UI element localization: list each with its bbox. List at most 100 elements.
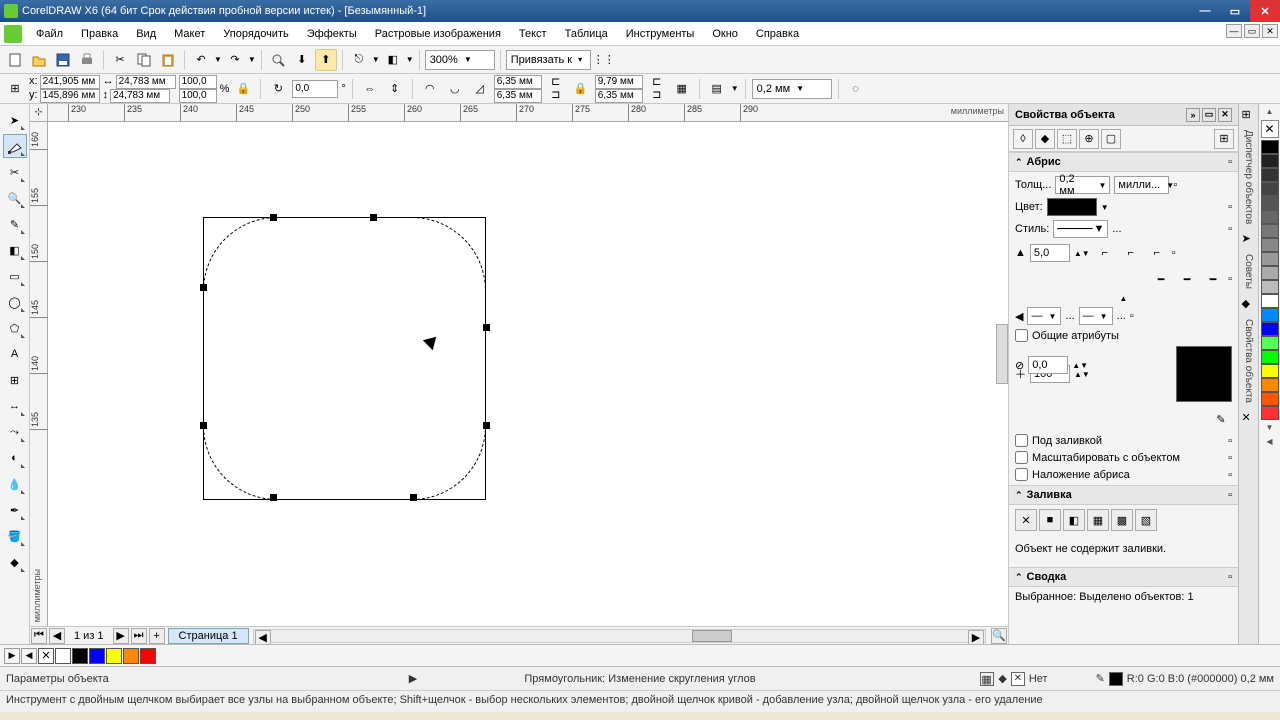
color-swatch[interactable]	[1261, 182, 1279, 196]
width-input[interactable]	[116, 75, 176, 89]
horizontal-scrollbar[interactable]: ◀▶	[253, 629, 986, 643]
menu-effects[interactable]: Эффекты	[299, 25, 365, 43]
arrow-end-combo[interactable]: —▼	[1079, 307, 1113, 325]
corner-bl-input[interactable]	[494, 89, 542, 103]
prev-page-button[interactable]: ◀	[49, 628, 65, 644]
mirror-v-button[interactable]: ⇕	[384, 78, 406, 100]
welcome-button[interactable]: ◧	[382, 49, 404, 71]
vtab-hints[interactable]: Советы	[1241, 250, 1256, 293]
doc-palette-menu[interactable]: ▶	[4, 648, 20, 664]
outline-color-picker[interactable]	[1047, 198, 1097, 216]
section-fill-title[interactable]: Заливка	[1027, 489, 1072, 501]
rotation-input[interactable]	[292, 80, 338, 98]
color-swatch[interactable]	[1261, 308, 1279, 322]
menu-view[interactable]: Вид	[128, 25, 164, 43]
arrow-start-more[interactable]: ...	[1065, 310, 1074, 322]
text-tool[interactable]: A	[3, 342, 27, 366]
import-button[interactable]: ⬇	[291, 49, 313, 71]
paste-button[interactable]	[157, 49, 179, 71]
node-handle[interactable]	[270, 494, 277, 501]
corner-scallop-button[interactable]: ◡	[444, 78, 466, 100]
menu-text[interactable]: Текст	[511, 25, 555, 43]
lock-ratio-button[interactable]: 🔒	[232, 78, 254, 100]
cap-style-1[interactable]: ━	[1150, 268, 1172, 290]
vertical-scrollbar[interactable]	[996, 324, 1008, 384]
corner-style-3[interactable]: ⌐	[1146, 242, 1168, 264]
scale-y-input[interactable]	[179, 89, 217, 103]
corner-lock-bottom2[interactable]: ⊐	[646, 89, 668, 102]
doc-color-swatch[interactable]	[140, 648, 156, 664]
smart-fill-tool[interactable]: ◧	[3, 238, 27, 262]
color-swatch[interactable]	[1261, 322, 1279, 336]
relative-scaling-button[interactable]: ▦	[671, 78, 693, 100]
save-button[interactable]	[52, 49, 74, 71]
color-swatch[interactable]	[1261, 224, 1279, 238]
offset-input[interactable]	[1028, 356, 1068, 374]
color-swatch[interactable]	[1261, 168, 1279, 182]
fill-fountain-button[interactable]: ◧	[1063, 509, 1085, 531]
redo-button[interactable]: ↷	[224, 49, 246, 71]
height-input[interactable]	[110, 89, 170, 103]
no-color-swatch[interactable]	[1261, 120, 1279, 138]
fill-texture-button[interactable]: ▩	[1111, 509, 1133, 531]
line-style-combo[interactable]: ▼	[1053, 220, 1108, 238]
zoom-tool[interactable]: 🔍	[3, 186, 27, 210]
node-handle[interactable]	[370, 214, 377, 221]
thickness-unit-combo[interactable]: милли...▼	[1114, 176, 1169, 194]
section-outline-title[interactable]: Абрис	[1027, 156, 1061, 168]
polygon-tool[interactable]: ⬠	[3, 316, 27, 340]
cap-style-3[interactable]: ━	[1202, 268, 1224, 290]
freehand-tool[interactable]: ✎	[3, 212, 27, 236]
corner-chamfer-button[interactable]: ◿	[469, 78, 491, 100]
docker-expand-button[interactable]: »	[1186, 108, 1200, 122]
color-swatch[interactable]	[1261, 392, 1279, 406]
node-handle[interactable]	[483, 422, 490, 429]
launch-button[interactable]: ⎋	[348, 49, 370, 71]
fill-postscript-button[interactable]: ▧	[1135, 509, 1157, 531]
shared-attrs-checkbox[interactable]	[1015, 329, 1028, 342]
corner-tl-input[interactable]	[494, 75, 542, 89]
ellipse-tool[interactable]: ◯	[3, 290, 27, 314]
doc-palette-left[interactable]: ◀	[21, 648, 37, 664]
mdi-restore-button[interactable]: ▭	[1244, 24, 1260, 38]
arrow-start-combo[interactable]: —▼	[1027, 307, 1061, 325]
menu-tools[interactable]: Инструменты	[618, 25, 703, 43]
ruler-origin[interactable]: ⊹	[30, 104, 48, 122]
palette-up-button[interactable]: ▲	[1261, 106, 1279, 116]
docker-tab-transparency[interactable]: ⬚	[1057, 129, 1077, 149]
color-swatch[interactable]	[1261, 266, 1279, 280]
vtab-object-props[interactable]: Свойства объекта	[1241, 315, 1256, 407]
corner-lock-bottom[interactable]: ⊐	[545, 89, 567, 102]
table-tool[interactable]: ⊞	[3, 368, 27, 392]
docker-dock-button[interactable]: ▭	[1202, 108, 1216, 122]
doc-color-swatch[interactable]	[89, 648, 105, 664]
dimension-tool[interactable]: ↔	[3, 394, 27, 418]
docker-more-button[interactable]: ⊞	[1214, 129, 1234, 149]
fill-none-button[interactable]: ✕	[1015, 509, 1037, 531]
color-swatch[interactable]	[1261, 350, 1279, 364]
effects-tool[interactable]: ◐	[3, 446, 27, 470]
color-swatch[interactable]	[1261, 252, 1279, 266]
vtab-icon-2[interactable]: ➤	[1242, 232, 1256, 246]
undo-button[interactable]: ↶	[190, 49, 212, 71]
mirror-h-button[interactable]: ⇔	[359, 78, 381, 100]
color-swatch[interactable]	[1261, 154, 1279, 168]
pick-tool[interactable]: ➤	[3, 108, 27, 132]
node-handle[interactable]	[200, 422, 207, 429]
fill-tool[interactable]: 🪣	[3, 524, 27, 548]
vtab-icon-1[interactable]: ⊞	[1242, 108, 1256, 122]
nodes-button[interactable]: ⊞	[4, 78, 26, 100]
vertical-ruler[interactable]: миллиметры 160155150145140135	[30, 122, 48, 626]
fill-pattern-button[interactable]: ▦	[1087, 509, 1109, 531]
menu-arrange[interactable]: Упорядочить	[215, 25, 296, 43]
print-button[interactable]	[76, 49, 98, 71]
palette-down-button[interactable]: ▼	[1261, 422, 1279, 432]
doc-color-swatch[interactable]	[106, 648, 122, 664]
corner-link-button[interactable]: 🔒	[570, 78, 592, 100]
corner-round-button[interactable]: ◠	[419, 78, 441, 100]
section-summary-title[interactable]: Сводка	[1027, 571, 1067, 583]
maximize-button[interactable]: ▭	[1220, 0, 1250, 22]
corner-style-2[interactable]: ⌐	[1120, 242, 1142, 264]
behind-fill-checkbox[interactable]	[1015, 434, 1028, 447]
miter-input[interactable]	[1030, 244, 1070, 262]
